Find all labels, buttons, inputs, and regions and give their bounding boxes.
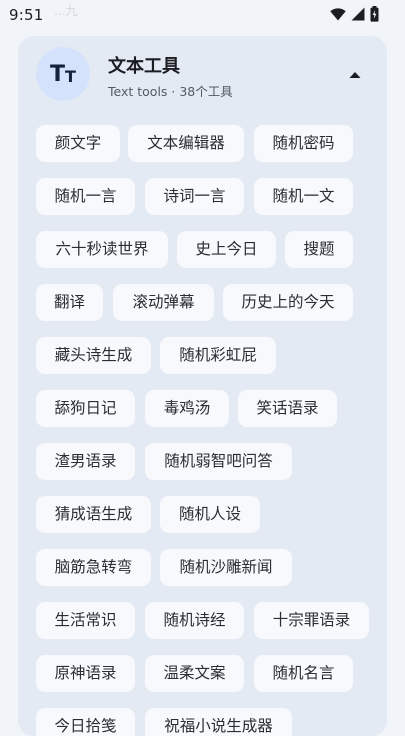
tool-chip-genshin-quotes[interactable]: 原神语录 <box>36 655 135 692</box>
tool-chip-random-article[interactable]: 随机一文 <box>254 178 353 215</box>
status-faded-text: ...九 <box>54 4 78 18</box>
tool-chip-scumbag-quotes[interactable]: 渣男语录 <box>36 443 135 480</box>
tool-chip-poem-quote[interactable]: 诗词一言 <box>145 178 244 215</box>
tool-chip-idiom-guess[interactable]: 猜成语生成 <box>36 496 151 533</box>
tool-chip-poison-soup[interactable]: 毒鸡汤 <box>145 390 229 427</box>
tool-chip-translate[interactable]: 翻译 <box>36 284 103 321</box>
tool-chip-jokes[interactable]: 笑话语录 <box>238 390 337 427</box>
signal-icon <box>351 7 365 21</box>
tool-chip-text-editor[interactable]: 文本编辑器 <box>128 125 244 162</box>
tool-chip-ruozhiba-qa[interactable]: 随机弱智吧问答 <box>145 443 292 480</box>
tool-chip-today-notes[interactable]: 今日拾笺 <box>36 708 135 736</box>
tool-chip-random-compliment[interactable]: 随机彩虹屁 <box>160 337 276 374</box>
tool-chip-random-persona[interactable]: 随机人设 <box>160 496 260 533</box>
tool-chip-grid: 颜文字 文本编辑器 随机密码 随机一言 诗词一言 随机一文 六十秒读世界 史上今… <box>18 36 387 736</box>
wifi-icon <box>330 7 346 20</box>
tool-chip-random-shijing[interactable]: 随机诗经 <box>145 602 244 639</box>
tool-chip-blessing-novel[interactable]: 祝福小说生成器 <box>145 708 292 736</box>
tool-chip-acrostic-poem[interactable]: 藏头诗生成 <box>36 337 151 374</box>
tool-chip-life-tips[interactable]: 生活常识 <box>36 602 135 639</box>
tool-chip-silly-news[interactable]: 随机沙雕新闻 <box>160 549 292 586</box>
tool-chip-today-in-history[interactable]: 历史上的今天 <box>223 284 353 321</box>
tool-chip-ten-sins-quotes[interactable]: 十宗罪语录 <box>254 602 369 639</box>
tool-chip-60s-world[interactable]: 六十秒读世界 <box>36 231 168 268</box>
tool-chip-random-password[interactable]: 随机密码 <box>254 125 353 162</box>
tool-chip-brain-teaser[interactable]: 脑筋急转弯 <box>36 549 151 586</box>
tool-chip-kaomoji[interactable]: 颜文字 <box>36 125 120 162</box>
tool-chip-random-famous-quote[interactable]: 随机名言 <box>254 655 353 692</box>
tool-chip-random-quote[interactable]: 随机一言 <box>36 178 135 215</box>
text-tools-card: TT 文本工具 Text tools · 38个工具 颜文字 文本编辑器 随机密… <box>18 36 387 736</box>
tool-chip-search-question[interactable]: 搜题 <box>285 231 353 268</box>
tool-chip-simp-diary[interactable]: 舔狗日记 <box>36 390 135 427</box>
status-bar: 9:51 ...九 <box>0 0 405 32</box>
tool-chip-history-today[interactable]: 史上今日 <box>177 231 276 268</box>
tool-chip-gentle-copy[interactable]: 温柔文案 <box>145 655 244 692</box>
battery-icon <box>370 6 379 22</box>
status-icons <box>330 6 379 22</box>
status-time: 9:51 <box>9 6 44 24</box>
tool-chip-danmaku[interactable]: 滚动弹幕 <box>113 284 214 321</box>
